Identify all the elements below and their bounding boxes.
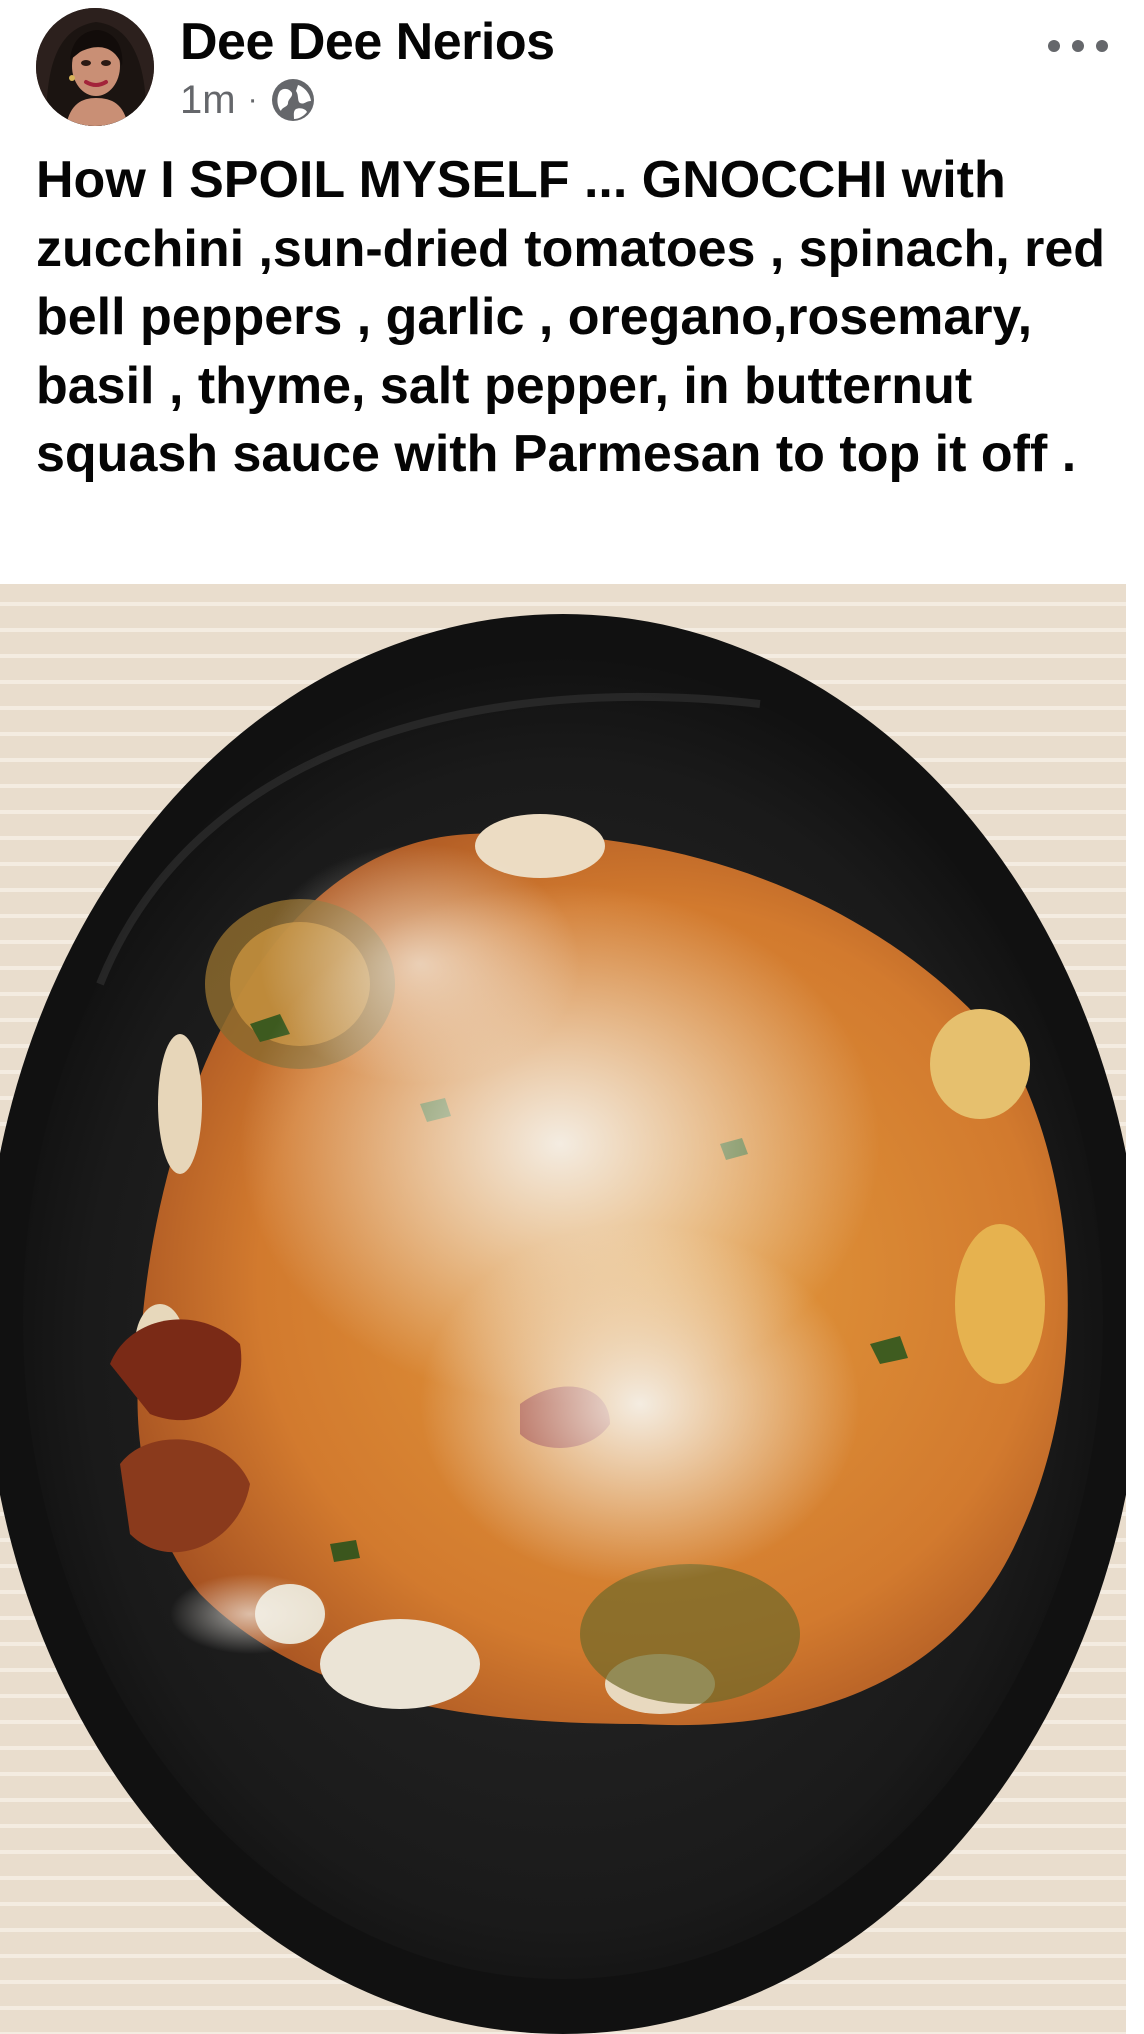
more-horizontal-icon <box>1048 40 1060 52</box>
post-meta: 1m · <box>180 74 316 126</box>
more-options-button[interactable] <box>1048 26 1108 66</box>
post-caption: How I SPOIL MYSELF ... GNOCCHI with zucc… <box>36 151 1106 483</box>
author-name[interactable]: Dee Dee Nerios <box>180 12 555 72</box>
timestamp[interactable]: 1m <box>180 78 236 123</box>
post-photo[interactable] <box>0 584 1126 2034</box>
meta-separator: · <box>247 83 258 116</box>
avatar[interactable] <box>36 8 154 126</box>
globe-icon[interactable] <box>270 77 316 123</box>
facebook-post: Dee Dee Nerios 1m · How I SPOIL MYSELF .… <box>0 0 1144 2034</box>
post-header: Dee Dee Nerios 1m · <box>36 8 1108 132</box>
